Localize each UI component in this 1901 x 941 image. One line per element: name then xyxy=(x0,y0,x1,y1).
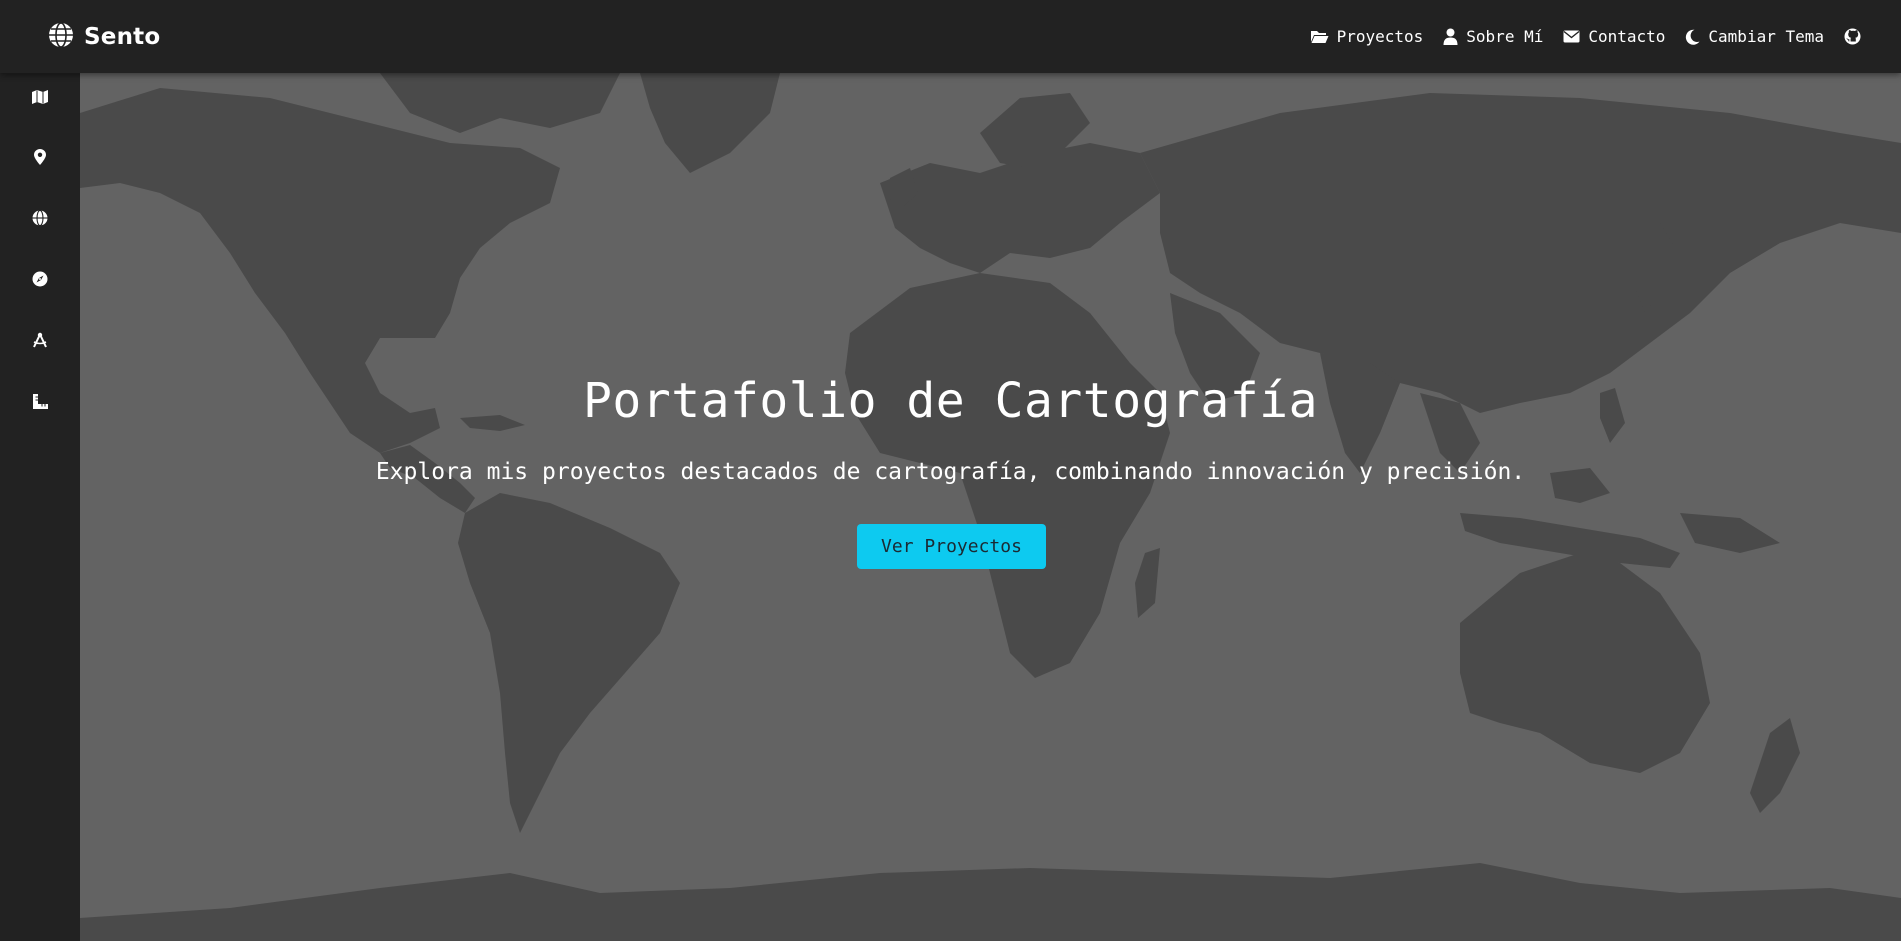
folder-open-icon xyxy=(1310,29,1329,44)
nav-link-label: Proyectos xyxy=(1336,27,1424,46)
globe-icon xyxy=(32,209,48,230)
github-link[interactable] xyxy=(1844,28,1861,45)
ruler-icon xyxy=(32,393,48,413)
nav-links: Proyectos Sobre Mí Contacto Cambiar Tema xyxy=(1310,0,1861,73)
envelope-icon xyxy=(1563,30,1580,43)
drafting-compass-icon xyxy=(32,332,48,352)
hero-title: Portafolio de Cartografía xyxy=(583,373,1318,429)
sidebar xyxy=(0,73,80,941)
brand-link[interactable]: Sento xyxy=(48,0,160,73)
map-icon xyxy=(32,89,48,108)
user-icon xyxy=(1443,28,1458,45)
compass-icon xyxy=(32,271,48,291)
world-map-background xyxy=(80,73,1901,941)
nav-link-sobre-mi[interactable]: Sobre Mí xyxy=(1443,27,1543,46)
top-navbar: Sento Proyectos Sobre Mí Contacto Cambia… xyxy=(0,0,1901,73)
brand-name: Sento xyxy=(84,23,161,50)
nav-link-contacto[interactable]: Contacto xyxy=(1563,27,1665,46)
globe-icon xyxy=(48,21,74,52)
moon-icon xyxy=(1685,29,1700,45)
hero-section: Portafolio de Cartografía Explora mis pr… xyxy=(80,73,1901,941)
hero-subtitle: Explora mis proyectos destacados de cart… xyxy=(375,459,1526,485)
nav-link-label: Contacto xyxy=(1588,27,1666,46)
sidebar-item-globe[interactable] xyxy=(0,200,80,240)
ver-proyectos-button[interactable]: Ver Proyectos xyxy=(857,524,1046,569)
github-icon xyxy=(1844,28,1861,45)
sidebar-item-map[interactable] xyxy=(0,78,80,118)
sidebar-item-location[interactable] xyxy=(0,139,80,179)
nav-link-label: Cambiar Tema xyxy=(1708,27,1824,46)
sidebar-item-ruler[interactable] xyxy=(0,383,80,423)
nav-link-label: Sobre Mí xyxy=(1466,27,1544,46)
location-pin-icon xyxy=(34,149,46,169)
theme-toggle[interactable]: Cambiar Tema xyxy=(1685,27,1824,46)
sidebar-item-compass[interactable] xyxy=(0,261,80,301)
sidebar-item-drafting[interactable] xyxy=(0,322,80,362)
nav-link-proyectos[interactable]: Proyectos xyxy=(1310,27,1424,46)
